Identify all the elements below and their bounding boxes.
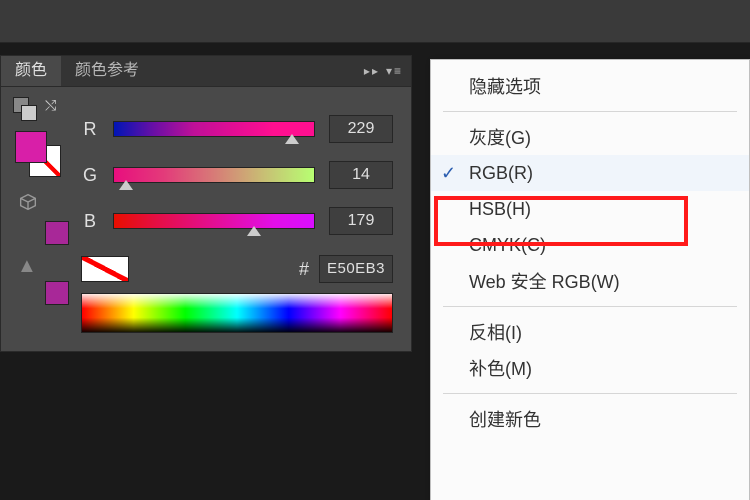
b-slider[interactable] [113, 213, 315, 229]
g-thumb[interactable] [119, 180, 133, 190]
panel-menu-icon[interactable]: ▾≡ [386, 64, 403, 78]
menu-create-new[interactable]: 创建新色 [431, 401, 749, 437]
color-mode-menu: 隐藏选项 灰度(G) ✓ RGB(R) HSB(H) CMYK(C) Web 安全… [430, 59, 750, 500]
panel-tabs: 颜色 颜色参考 ▸▸ ▾≡ [1, 56, 411, 87]
menu-separator [443, 393, 737, 394]
hex-hash: # [299, 259, 309, 280]
b-thumb[interactable] [247, 226, 261, 236]
menu-rgb-label: RGB(R) [469, 163, 533, 184]
web-safe-swatch[interactable] [45, 281, 69, 305]
g-slider[interactable] [113, 167, 315, 183]
r-label: R [81, 119, 99, 140]
menu-hide-options[interactable]: 隐藏选项 [431, 68, 749, 104]
g-value[interactable]: 14 [329, 161, 393, 189]
tab-color-guide[interactable]: 颜色参考 [61, 56, 153, 86]
swap-arrow-icon[interactable]: ⤭ [45, 97, 63, 113]
app-top-bar [0, 0, 750, 43]
g-label: G [81, 165, 99, 186]
r-value[interactable]: 229 [329, 115, 393, 143]
cube-icon [17, 191, 39, 213]
out-of-gamut-swatch[interactable] [45, 221, 69, 245]
check-icon: ✓ [441, 163, 456, 184]
color-panel: 颜色 颜色参考 ▸▸ ▾≡ ⤭ ▲ [0, 55, 412, 352]
r-slider[interactable] [113, 121, 315, 137]
menu-separator [443, 306, 737, 307]
menu-separator [443, 111, 737, 112]
menu-web-safe[interactable]: Web 安全 RGB(W) [431, 263, 749, 299]
menu-hsb[interactable]: HSB(H) [431, 191, 749, 227]
tab-color[interactable]: 颜色 [1, 56, 61, 86]
menu-invert[interactable]: 反相(I) [431, 314, 749, 350]
none-color-swatch[interactable] [81, 256, 129, 282]
color-spectrum[interactable] [81, 293, 393, 333]
b-value[interactable]: 179 [329, 207, 393, 235]
menu-cmyk[interactable]: CMYK(C) [431, 227, 749, 263]
fg-color[interactable] [15, 131, 47, 163]
warning-icon: ▲ [17, 255, 39, 277]
hex-input[interactable]: E50EB3 [319, 255, 393, 283]
fg-bg-swatch[interactable] [15, 131, 61, 177]
collapse-icon[interactable]: ▸▸ [364, 64, 380, 78]
menu-rgb[interactable]: ✓ RGB(R) [431, 155, 749, 191]
swap-swatches-icon[interactable] [13, 97, 37, 121]
b-label: B [81, 211, 99, 232]
workspace: 颜色 颜色参考 ▸▸ ▾≡ ⤭ ▲ [0, 43, 750, 500]
r-thumb[interactable] [285, 134, 299, 144]
menu-grayscale[interactable]: 灰度(G) [431, 119, 749, 155]
menu-complement[interactable]: 补色(M) [431, 350, 749, 386]
